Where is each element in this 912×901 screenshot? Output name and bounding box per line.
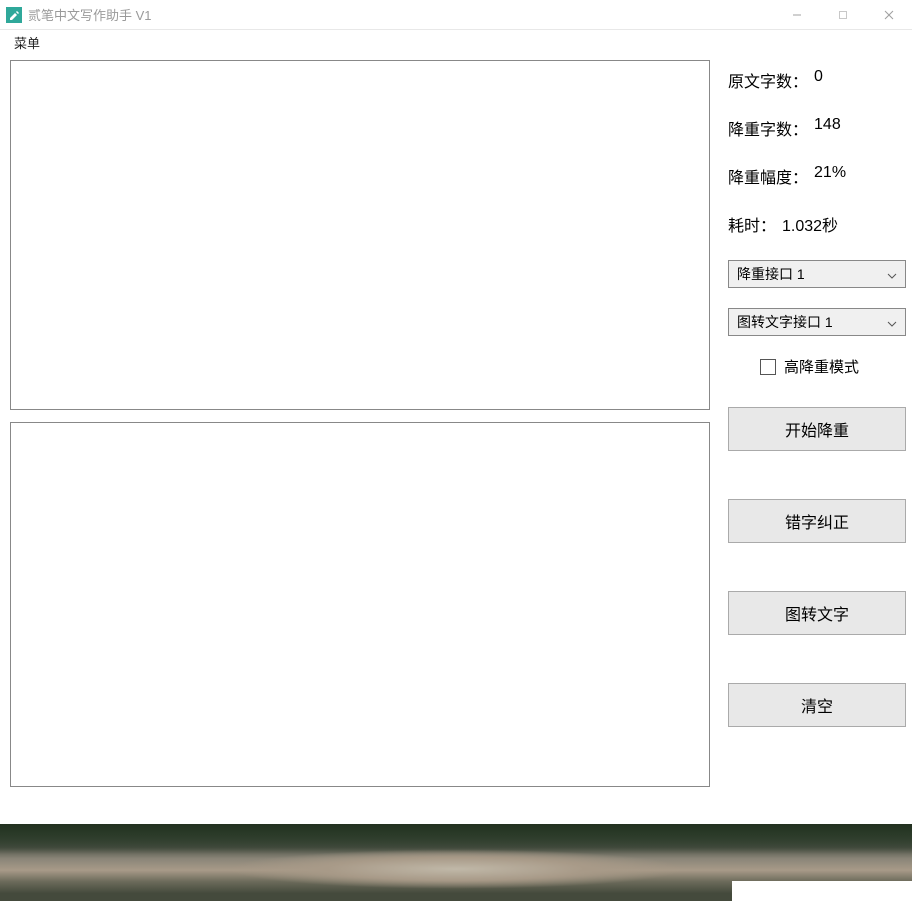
correct-button[interactable]: 错字纠正 xyxy=(728,499,906,543)
select-value: 图转文字接口 1 xyxy=(737,312,833,332)
high-reduce-checkbox-row[interactable]: 高降重模式 xyxy=(760,356,906,377)
window-controls xyxy=(774,0,912,29)
input-textarea[interactable] xyxy=(10,60,710,410)
app-icon xyxy=(6,7,22,23)
window-title: 贰笔中文写作助手 V1 xyxy=(28,5,774,24)
desktop-wallpaper xyxy=(0,824,912,901)
select-value: 降重接口 1 xyxy=(737,264,805,284)
stat-value: 1.032秒 xyxy=(782,212,838,236)
maximize-button[interactable] xyxy=(820,0,866,29)
checkbox-icon[interactable] xyxy=(760,359,776,375)
stat-label: 耗时： xyxy=(728,212,776,236)
clear-button[interactable]: 清空 xyxy=(728,683,906,727)
chevron-down-icon xyxy=(887,314,897,330)
output-textarea[interactable] xyxy=(10,422,710,787)
menubar: 菜单 xyxy=(0,30,912,54)
stat-original: 原文字数： 0 xyxy=(728,68,906,92)
stat-value: 21% xyxy=(814,164,846,188)
minimize-button[interactable] xyxy=(774,0,820,29)
stat-reduced: 降重字数： 148 xyxy=(728,116,906,140)
checkbox-label: 高降重模式 xyxy=(784,356,859,377)
start-button[interactable]: 开始降重 xyxy=(728,407,906,451)
right-column: 原文字数： 0 降重字数： 148 降重幅度： 21% 耗时： 1.032秒 降… xyxy=(728,60,906,814)
close-button[interactable] xyxy=(866,0,912,29)
stat-label: 原文字数： xyxy=(728,68,808,92)
img2text-interface-select[interactable]: 图转文字接口 1 xyxy=(728,308,906,336)
titlebar: 贰笔中文写作助手 V1 xyxy=(0,0,912,30)
menu-item[interactable]: 菜单 xyxy=(8,31,46,54)
img2text-button[interactable]: 图转文字 xyxy=(728,591,906,635)
stat-time: 耗时： 1.032秒 xyxy=(728,212,906,236)
stat-ratio: 降重幅度： 21% xyxy=(728,164,906,188)
left-column xyxy=(10,60,710,814)
stat-value: 148 xyxy=(814,116,841,140)
stat-label: 降重字数： xyxy=(728,116,808,140)
stat-value: 0 xyxy=(814,68,823,92)
chevron-down-icon xyxy=(887,266,897,282)
reduce-interface-select[interactable]: 降重接口 1 xyxy=(728,260,906,288)
stat-label: 降重幅度： xyxy=(728,164,808,188)
main-content: 原文字数： 0 降重字数： 148 降重幅度： 21% 耗时： 1.032秒 降… xyxy=(0,54,912,824)
